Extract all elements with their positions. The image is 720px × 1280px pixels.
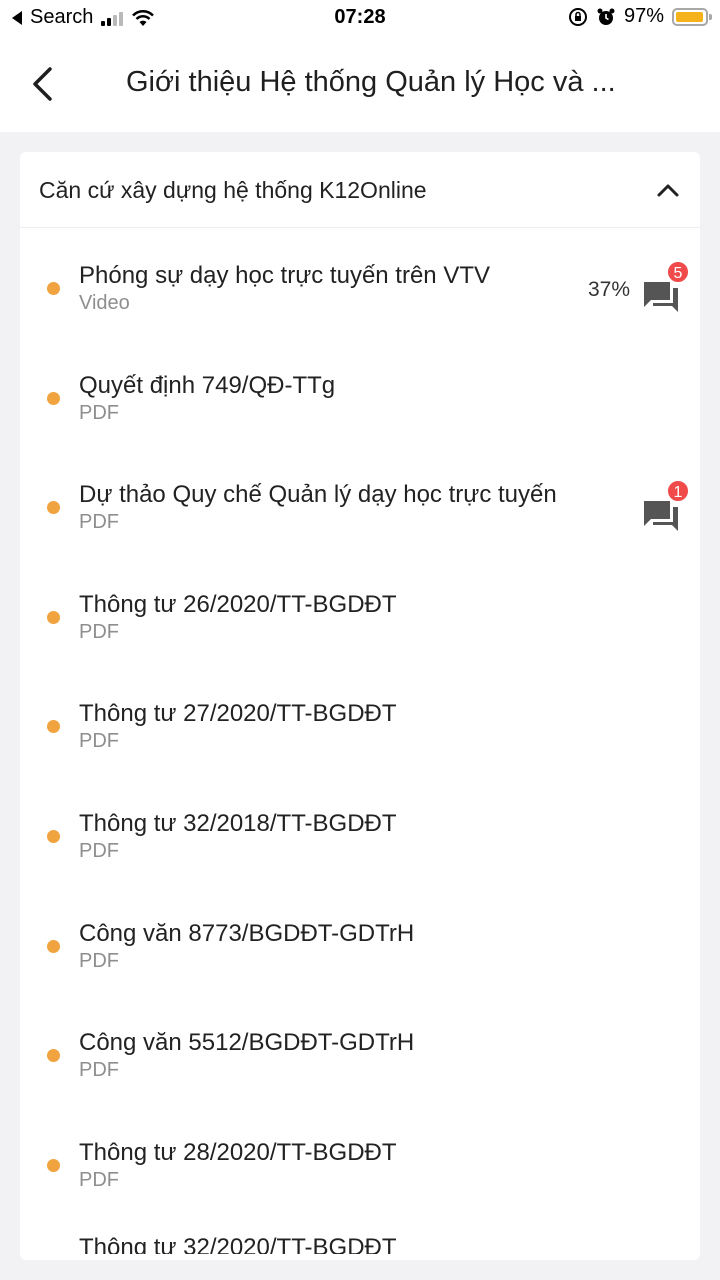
- item-type: PDF: [79, 401, 119, 424]
- item-title: Dự thảo Quy chế Quản lý dạy học trực tuy…: [79, 481, 557, 509]
- battery-icon: [672, 7, 712, 26]
- page-title: Giới thiệu Hệ thống Quản lý Học và ...: [126, 66, 616, 98]
- comment-icon: [642, 501, 680, 537]
- status-dot: [47, 720, 60, 734]
- item-title: Quyết định 749/QĐ-TTg: [79, 371, 336, 399]
- alarm-icon: [597, 8, 615, 25]
- rotation-lock-icon: [568, 7, 587, 26]
- item-type: PDF: [79, 511, 119, 534]
- chevron-up-icon: [657, 184, 679, 197]
- list-item[interactable]: Phóng sự dạy học trực tuyến trên VTV Vide…: [20, 228, 700, 338]
- status-bar: Search 07:28 97%: [0, 0, 720, 36]
- item-progress: 37%: [587, 278, 630, 301]
- list-item[interactable]: Công văn 8773/BGDĐT-GDTrH PDF: [20, 886, 700, 996]
- comment-button[interactable]: 5: [642, 260, 690, 314]
- item-title: Thông tư 26/2020/TT-BGDĐT: [79, 590, 397, 618]
- status-dot: [47, 1049, 60, 1063]
- back-button[interactable]: [22, 62, 62, 106]
- collapse-button[interactable]: [654, 178, 682, 202]
- item-type: PDF: [79, 620, 119, 643]
- list-item[interactable]: Quyết định 749/QĐ-TTg PDF: [20, 338, 700, 448]
- item-type: PDF: [79, 730, 119, 753]
- item-type: PDF: [79, 839, 119, 862]
- item-title: Thông tư 32/2020/TT-BGDĐT: [79, 1234, 397, 1255]
- status-dot: [47, 829, 60, 843]
- status-dot: [47, 282, 60, 295]
- list-item[interactable]: Thông tư 27/2020/TT-BGDĐT PDF: [20, 666, 700, 776]
- item-title: Thông tư 28/2020/TT-BGDĐT: [79, 1138, 397, 1166]
- item-title: Phóng sự dạy học trực tuyến trên VTV: [79, 262, 490, 289]
- item-title: Công văn 5512/BGDĐT-GDTrH: [79, 1029, 415, 1057]
- item-type: Video: [79, 292, 130, 314]
- status-dot: [47, 939, 60, 953]
- navigation-bar: Giới thiệu Hệ thống Quản lý Học và ...: [0, 36, 720, 132]
- item-title: Thông tư 27/2020/TT-BGDĐT: [79, 700, 397, 728]
- list-item[interactable]: Thông tư 28/2020/TT-BGDĐT PDF: [20, 1105, 700, 1215]
- status-dot: [47, 1158, 60, 1172]
- comment-count-badge: 5: [666, 260, 690, 284]
- list-item[interactable]: Thông tư 26/2020/TT-BGDĐT PDF: [20, 557, 700, 667]
- item-title: Thông tư 32/2018/TT-BGDĐT: [79, 809, 397, 837]
- lesson-list: Phóng sự dạy học trực tuyến trên VTV Vide…: [20, 228, 700, 1254]
- comment-count-badge: 1: [666, 479, 690, 504]
- list-item[interactable]: Thông tư 32/2020/TT-BGDĐT: [20, 1214, 700, 1254]
- item-title: Công văn 8773/BGDĐT-GDTrH: [79, 919, 415, 947]
- status-dot: [47, 610, 60, 624]
- status-dot: [47, 391, 60, 405]
- list-item[interactable]: Dự thảo Quy chế Quản lý dạy học trực tuy…: [20, 447, 700, 557]
- chevron-left-icon: [33, 67, 52, 101]
- section-title: Căn cứ xây dựng hệ thống K12Online: [39, 177, 427, 203]
- battery-percent: 97%: [623, 5, 664, 27]
- content-card: Căn cứ xây dựng hệ thống K12Online Phóng…: [20, 152, 700, 1260]
- item-type: PDF: [79, 1059, 119, 1082]
- list-item[interactable]: Công văn 5512/BGDĐT-GDTrH PDF: [20, 995, 700, 1105]
- section-header[interactable]: Căn cứ xây dựng hệ thống K12Online: [20, 152, 700, 228]
- item-type: PDF: [79, 949, 119, 972]
- item-type: PDF: [79, 1168, 119, 1191]
- status-dot: [47, 501, 60, 515]
- list-item[interactable]: Thông tư 32/2018/TT-BGDĐT PDF: [20, 776, 700, 886]
- comment-icon: [642, 282, 680, 318]
- comment-button[interactable]: 1: [642, 479, 690, 533]
